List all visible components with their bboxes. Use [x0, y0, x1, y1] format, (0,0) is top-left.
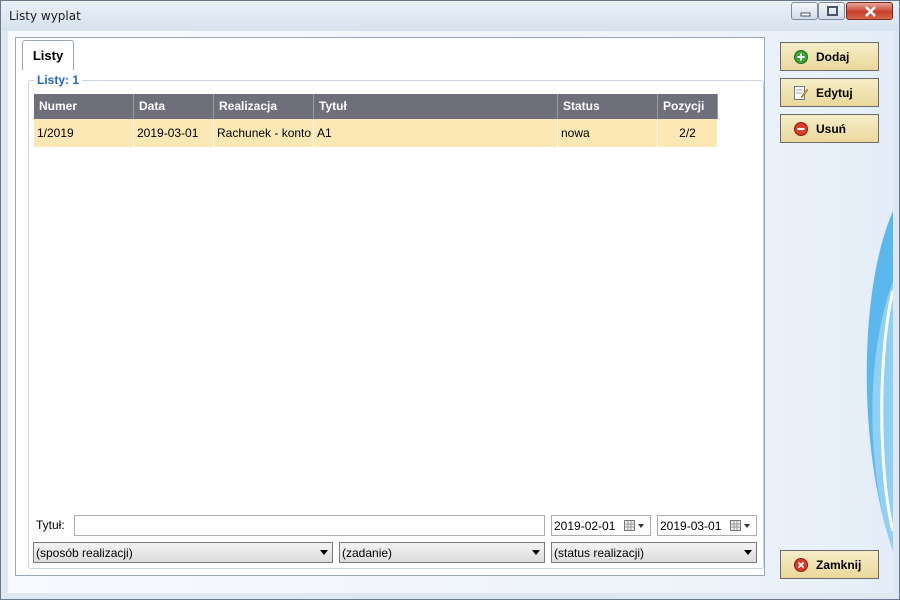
task-value: (zadanie) [342, 546, 393, 560]
close-icon [865, 6, 876, 17]
delete-button[interactable]: Usuń [780, 114, 879, 143]
calendar-icon[interactable] [624, 520, 648, 532]
date-from-value: 2019-02-01 [554, 519, 616, 533]
cell-tytul[interactable]: A1 [314, 119, 558, 147]
title-filter-label: Tytuł: [36, 518, 65, 532]
edit-button-label: Edytuj [816, 86, 853, 100]
column-header-pozycji[interactable]: Pozycji [658, 94, 718, 119]
close-circle-icon [794, 558, 808, 572]
date-to-picker[interactable]: 2019-03-01 [657, 515, 757, 536]
cell-status[interactable]: nowa [558, 119, 658, 147]
restore-icon [827, 6, 838, 16]
chevron-down-icon [532, 550, 540, 555]
cell-realizacja[interactable]: Rachunek - konto [214, 119, 314, 147]
plus-circle-icon [794, 50, 808, 64]
close-button-label: Zamknij [816, 558, 862, 572]
list-groupbox [28, 80, 764, 569]
column-header-status[interactable]: Status [558, 94, 658, 119]
chevron-down-icon [744, 550, 752, 555]
date-from-picker[interactable]: 2019-02-01 [551, 515, 651, 536]
cell-numer[interactable]: 1/2019 [34, 119, 134, 147]
close-button[interactable]: Zamknij [780, 550, 879, 579]
add-button[interactable]: Dodaj [780, 42, 879, 71]
payment-method-value: (sposób realizacji) [36, 546, 133, 560]
edit-button[interactable]: Edytuj [780, 78, 879, 107]
calendar-icon[interactable] [730, 520, 754, 532]
table-row[interactable]: 1/2019 2019-03-01 Rachunek - konto A1 no… [34, 119, 718, 147]
payment-method-dropdown[interactable]: (sposób realizacji) [33, 542, 333, 563]
task-dropdown[interactable]: (zadanie) [339, 542, 545, 563]
close-window-button[interactable] [846, 2, 893, 20]
cell-pozycji[interactable]: 2/2 [658, 119, 718, 147]
window-title: Listy wyplat [9, 9, 81, 23]
column-header-tytul[interactable]: Tytuł [314, 94, 558, 119]
group-label: Listy: 1 [34, 73, 83, 87]
title-bar[interactable]: Listy wyplat [1, 1, 899, 31]
status-dropdown[interactable]: (status realizacji) [551, 542, 757, 563]
edit-document-icon [794, 86, 808, 100]
grid-header: Numer Data Realizacja Tytuł Status Pozyc… [34, 94, 718, 119]
column-header-data[interactable]: Data [134, 94, 214, 119]
delete-button-label: Usuń [816, 122, 846, 136]
cell-data[interactable]: 2019-03-01 [134, 119, 214, 147]
minimize-button[interactable] [791, 2, 818, 20]
maximize-button[interactable] [818, 2, 845, 20]
add-button-label: Dodaj [816, 50, 850, 64]
column-header-numer[interactable]: Numer [34, 94, 134, 119]
status-value: (status realizacji) [554, 546, 645, 560]
minus-circle-icon [794, 122, 808, 136]
title-filter-input[interactable] [74, 515, 545, 536]
tab-listy[interactable]: Listy [22, 40, 74, 70]
chevron-down-icon [320, 550, 328, 555]
minimize-icon [800, 12, 811, 17]
date-to-value: 2019-03-01 [660, 519, 722, 533]
column-header-realizacja[interactable]: Realizacja [214, 94, 314, 119]
